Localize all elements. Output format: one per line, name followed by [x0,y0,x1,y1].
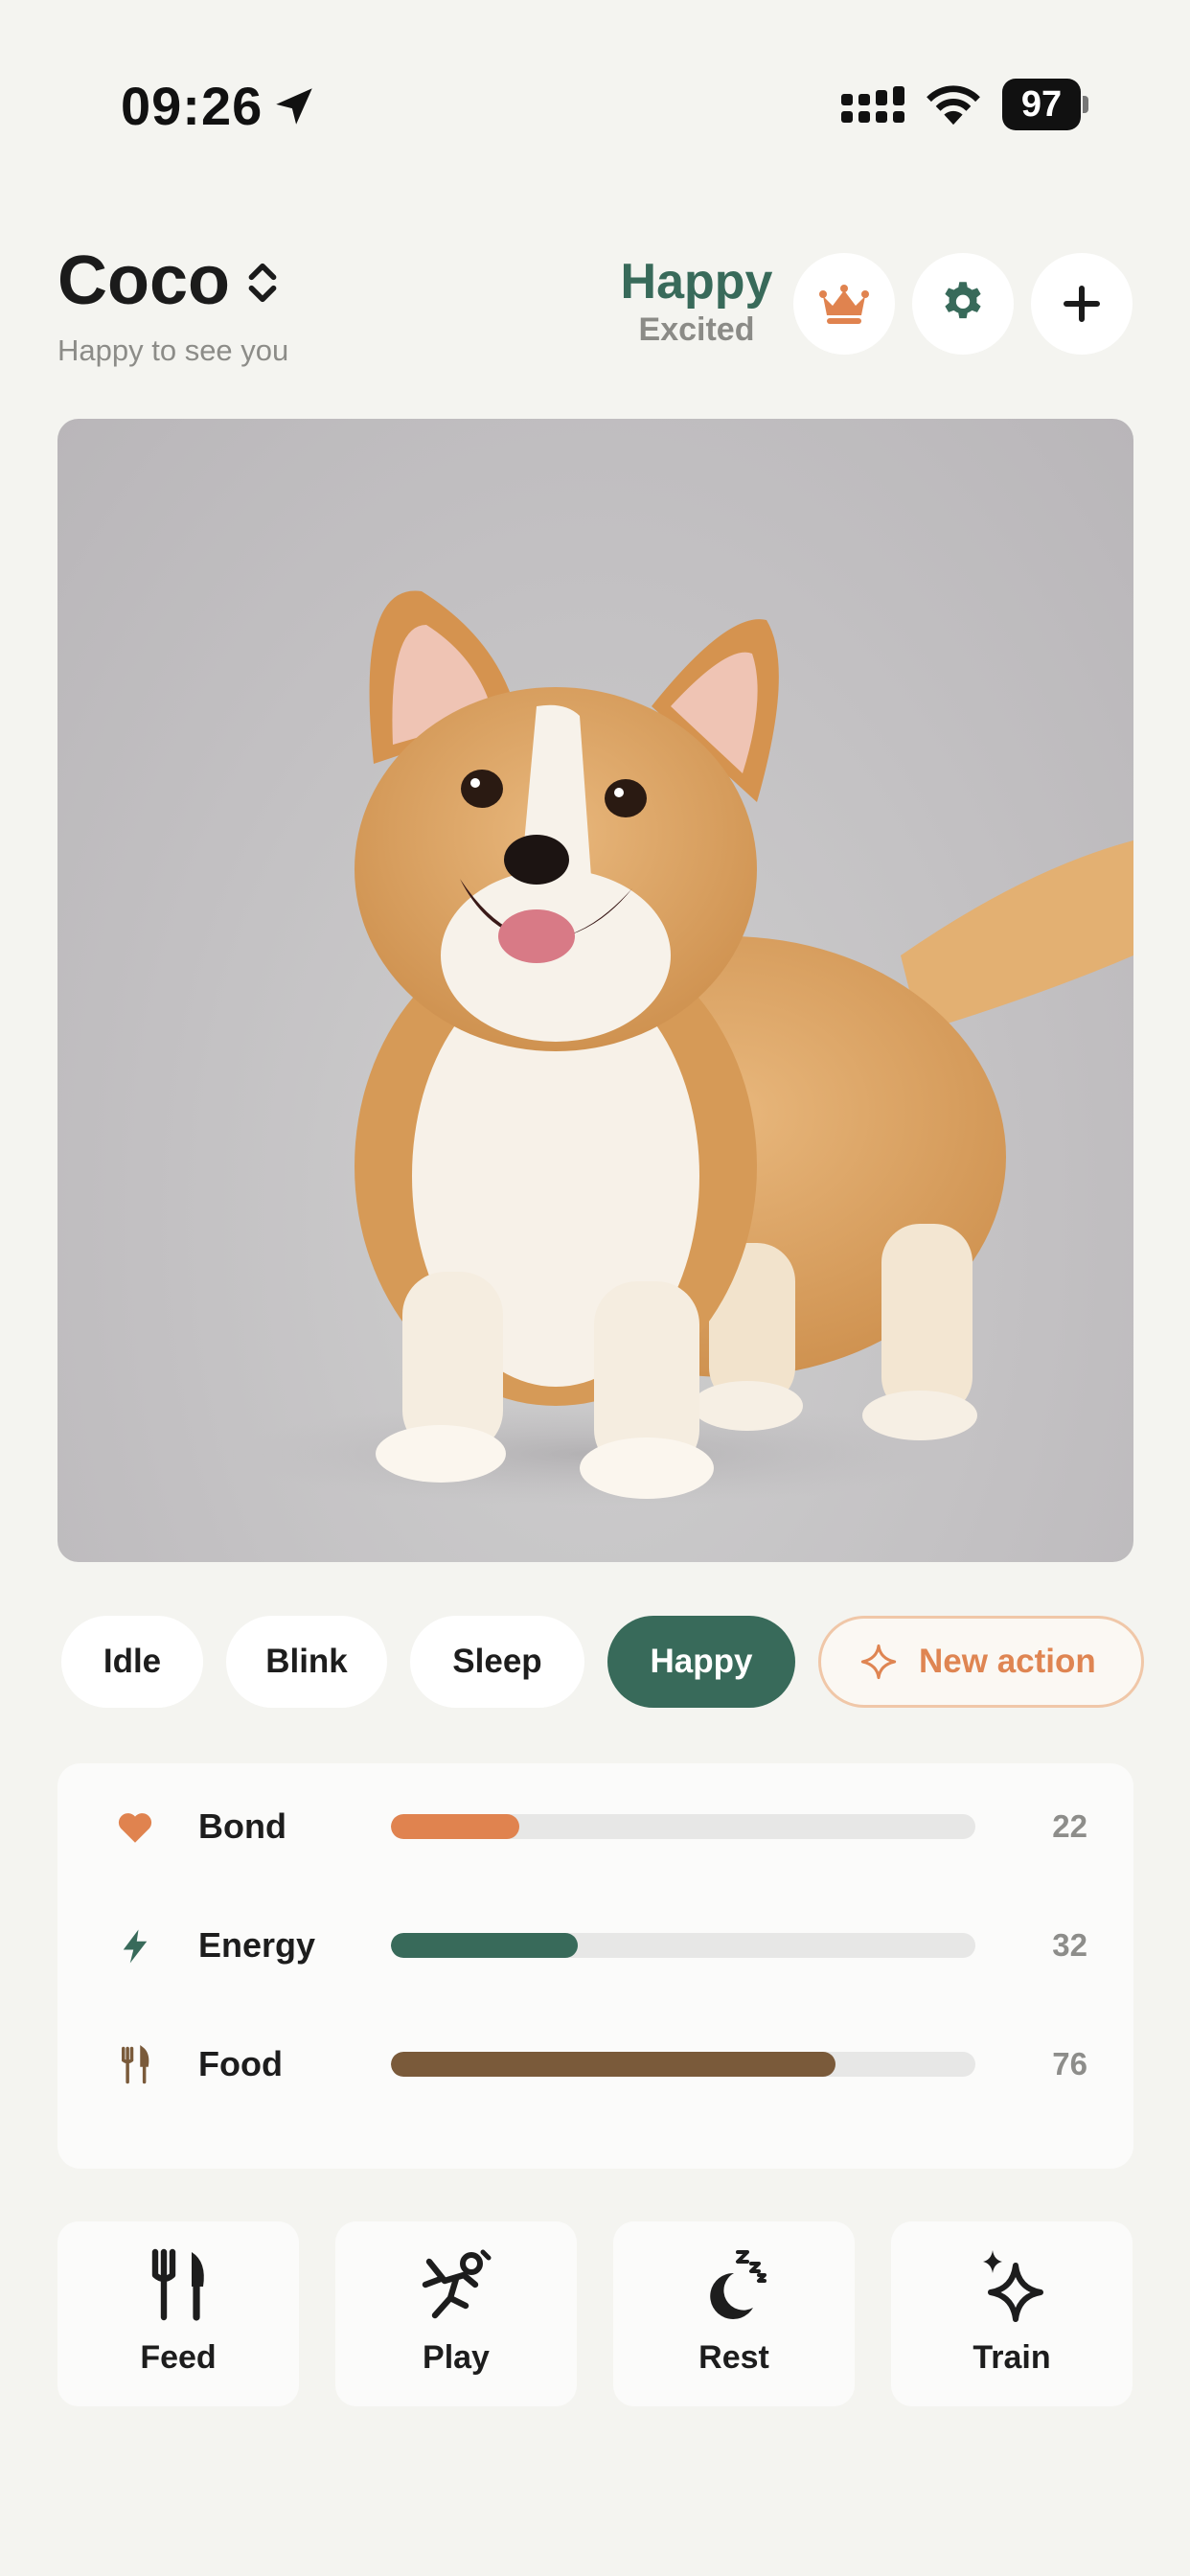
battery-cap [1083,96,1088,113]
chip-idle[interactable]: Idle [61,1616,203,1708]
mood-indicator: Happy Excited [586,253,807,349]
feed-button[interactable]: Feed [57,2221,299,2406]
stat-bar-fill [391,1814,520,1839]
premium-button[interactable] [793,253,895,355]
fork-knife-icon [151,2248,204,2321]
heart-icon [118,1813,152,1843]
action-chips: Idle Blink Sleep Happy New action [61,1616,1144,1710]
action-label: Feed [140,2339,217,2376]
add-button[interactable] [1031,253,1133,355]
stat-bar [391,2052,975,2077]
utensils-icon [122,2045,149,2084]
battery-icon: 97 [1002,79,1088,130]
status-bar: 09:26 97 [0,69,1190,144]
stat-value: 22 [1052,1808,1087,1844]
chip-blink[interactable]: Blink [226,1616,387,1708]
settings-button[interactable] [912,253,1014,355]
chip-sleep[interactable]: Sleep [410,1616,584,1708]
rest-button[interactable]: Rest [613,2221,855,2406]
sparkle-icon [860,1644,897,1680]
lightning-icon [123,1929,148,1964]
mood-secondary: Excited [638,311,755,348]
play-button[interactable]: Play [335,2221,577,2406]
stat-bar [391,1814,975,1839]
stat-value: 32 [1052,1927,1087,1963]
new-action-button[interactable]: New action [818,1616,1144,1708]
stats-card: Bond 22 Energy 32 Food 76 [57,1763,1133,2169]
battery-level: 97 [1002,79,1081,130]
stat-bar [391,1933,975,1958]
chip-happy-selected[interactable]: Happy [607,1616,795,1708]
new-action-label: New action [919,1643,1096,1680]
stat-label: Food [198,2044,283,2083]
cellular-signal-icon [841,86,904,123]
action-label: Train [973,2339,1051,2376]
pet-subtitle: Happy to see you [57,334,289,367]
chevron-up-down-icon[interactable] [243,261,282,305]
stat-row-energy: Energy 32 [57,1917,1133,1974]
stat-bar-fill [391,1933,579,1958]
stat-bar-fill [391,2052,835,2077]
stat-label: Energy [198,1925,316,1965]
pet-name[interactable]: Coco [57,238,230,324]
play-figure-icon [422,2249,492,2319]
care-actions: Feed Play Rest Train [57,2221,1133,2406]
stat-value: 76 [1052,2046,1087,2082]
location-arrow-icon [276,88,312,125]
wifi-icon [927,85,980,126]
corgi-image [230,590,1133,1506]
crown-icon [819,285,869,324]
pet-app-screen: 09:26 97 Coco Happy to see you Happy Exc… [0,0,1190,2576]
stat-row-bond: Bond 22 [57,1798,1133,1855]
train-button[interactable]: Train [891,2221,1133,2406]
stat-row-food: Food 76 [57,2036,1133,2093]
status-time: 09:26 [121,76,263,136]
stat-label: Bond [198,1806,286,1846]
action-label: Play [423,2339,490,2376]
sparkles-icon [983,2250,1043,2322]
moon-zzz-icon [710,2250,767,2319]
action-label: Rest [698,2339,769,2376]
gear-icon [945,282,981,319]
pet-photo [57,419,1133,1562]
mood-primary: Happy [620,254,773,310]
plus-icon [1064,286,1100,322]
